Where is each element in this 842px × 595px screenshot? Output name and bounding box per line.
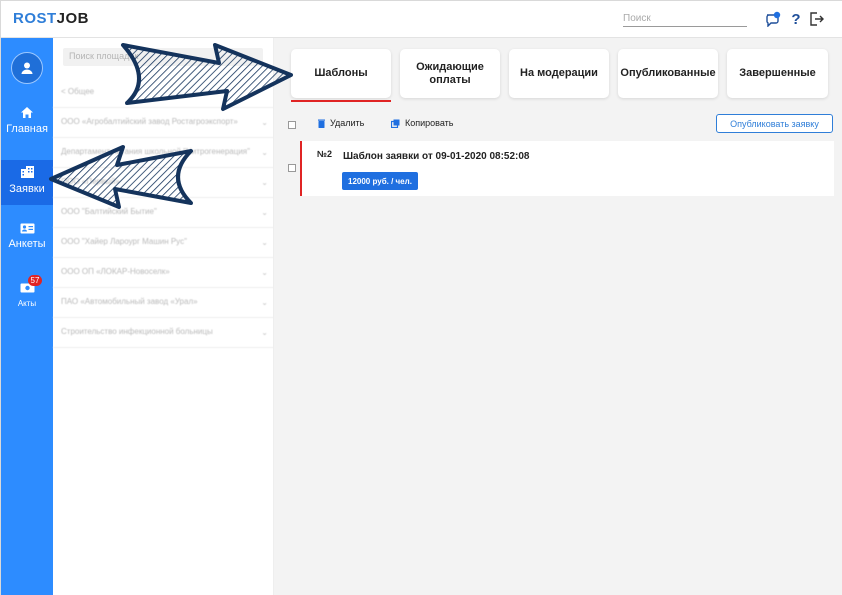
organization-label: < Общее [61, 87, 95, 96]
sidebar-item-requests[interactable]: Заявки [1, 160, 53, 205]
top-header: ROSTJOB ? [1, 1, 842, 38]
organization-label: ООО "Хайер Лароург Машин Рус" [61, 237, 187, 246]
logout-icon [810, 12, 824, 26]
chevron-down-icon: ⌄ [261, 178, 268, 187]
tab-moderation[interactable]: На модерации [509, 49, 609, 98]
request-card[interactable]: №2 Шаблон заявки от 09-01-2020 08:52:08 … [300, 141, 834, 196]
home-icon [21, 107, 33, 118]
request-number: №2 [317, 149, 333, 159]
copy-label: Копировать [405, 118, 454, 128]
chevron-down-icon: ⌄ [261, 298, 268, 307]
price-badge: 12000 руб. / чел. [342, 172, 418, 190]
sidebar-item-acts[interactable]: 57 Акты [1, 275, 53, 323]
search-input[interactable] [623, 11, 747, 27]
chevron-down-icon: ⌄ [261, 208, 268, 217]
sidebar-item-label: Заявки [9, 183, 45, 195]
chevron-down-icon: ⌄ [261, 238, 268, 247]
sidebar-item-label: Анкеты [8, 238, 46, 250]
list-item[interactable]: ООО «Агробалтийский завод Ростагроэкспор… [53, 108, 274, 138]
organization-search-input[interactable]: Поиск площадок [63, 48, 263, 66]
app-window: ROSTJOB ? Главн [0, 0, 842, 595]
list-item[interactable]: Строительство инфекционной больницы ⌄ [53, 318, 274, 348]
sidebar: Главная Заявки Анкеты 57 Акты [1, 38, 53, 595]
organization-label: ООО ОП «ЛОКАР-Новоселк» [61, 267, 170, 276]
organization-label: ООО «Первый» [61, 177, 120, 186]
sidebar-item-profiles[interactable]: Анкеты [1, 223, 53, 263]
delete-label: Удалить [330, 118, 365, 128]
trash-icon [318, 119, 325, 128]
publish-request-button[interactable]: Опубликовать заявку [716, 114, 833, 133]
organizations-panel: Поиск площадок < Общее ООО «Агробалтийск… [53, 38, 274, 595]
chevron-down-icon: ⌄ [261, 328, 268, 337]
tab-completed[interactable]: Завершенные [727, 49, 828, 98]
request-checkbox[interactable] [288, 164, 296, 172]
acts-count-badge: 57 [27, 275, 43, 286]
chat-bell-icon [766, 11, 781, 27]
list-item[interactable]: ООО "Хайер Лароург Машин Рус" ⌄ [53, 228, 274, 258]
request-title: Шаблон заявки от 09-01-2020 08:52:08 [343, 151, 530, 162]
list-item[interactable]: < Общее [53, 78, 274, 108]
organization-label: Строительство инфекционной больницы [61, 327, 213, 336]
chevron-down-icon: ⌄ [261, 148, 268, 157]
tab-templates[interactable]: Шаблоны [291, 49, 391, 98]
delete-button[interactable]: Удалить [318, 118, 364, 128]
logo-job: JOB [56, 10, 90, 27]
building-icon [20, 166, 34, 178]
id-card-icon [20, 223, 34, 234]
active-tab-indicator [291, 100, 391, 102]
sidebar-item-home[interactable]: Главная [1, 106, 53, 146]
chevron-down-icon: ⌄ [261, 268, 268, 277]
copy-button[interactable]: Копировать [391, 118, 453, 128]
tab-published[interactable]: Опубликованные [618, 49, 718, 98]
sidebar-item-label: Главная [6, 123, 48, 135]
chevron-down-icon: ⌄ [261, 118, 268, 127]
avatar[interactable] [11, 52, 43, 84]
organization-label: ООО "Балтийский Бытие" [61, 207, 157, 216]
organization-label: ООО «Агробалтийский завод Ростагроэкспор… [61, 117, 238, 126]
select-all-checkbox[interactable] [288, 121, 296, 129]
user-icon [21, 62, 33, 74]
copy-icon [391, 119, 400, 128]
notifications-button[interactable] [764, 10, 782, 28]
organization-label: ПАО «Автомобильный завод «Урал» [61, 297, 198, 306]
sidebar-item-label: Акты [17, 299, 37, 308]
logo[interactable]: ROSTJOB [13, 10, 89, 27]
list-item[interactable]: Департамент питания школьной "Нитрогенер… [53, 138, 274, 168]
list-item[interactable]: ПАО «Автомобильный завод «Урал» ⌄ [53, 288, 274, 318]
logo-rost: ROST [13, 10, 57, 27]
list-item[interactable]: ООО ОП «ЛОКАР-Новоселк» ⌄ [53, 258, 274, 288]
help-button[interactable]: ? [787, 10, 805, 28]
list-item[interactable]: ООО «Первый» ⌄ [53, 168, 274, 198]
organization-label: Департамент питания школьной "Нитрогенер… [61, 147, 250, 156]
list-item[interactable]: ООО "Балтийский Бытие" ⌄ [53, 198, 274, 228]
tab-awaiting-payment[interactable]: Ожидающие оплаты [400, 49, 500, 98]
logout-button[interactable] [807, 10, 825, 28]
main-content: Шаблоны Ожидающие оплаты На модерации Оп… [274, 38, 842, 595]
